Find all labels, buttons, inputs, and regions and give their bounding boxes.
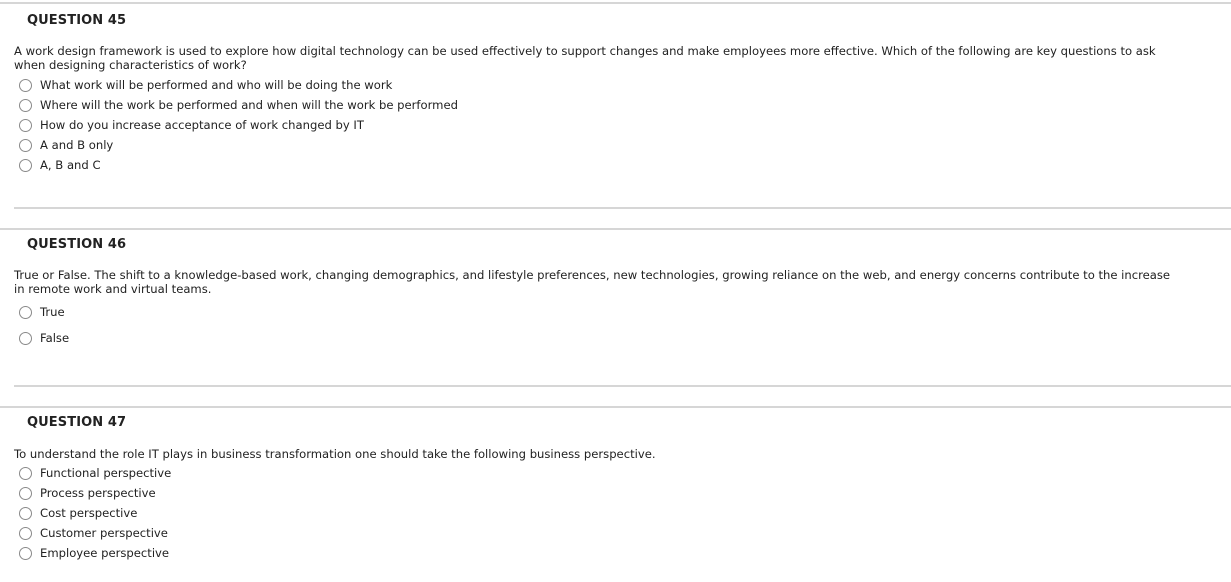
option-label: Functional perspective [40, 466, 172, 480]
answer-option-b[interactable]: Process perspective [19, 483, 171, 503]
answer-option-a[interactable]: What work will be performed and who will… [19, 75, 458, 95]
question-text: To understand the role IT plays in busin… [14, 447, 656, 461]
answer-option-b[interactable]: Where will the work be performed and whe… [19, 95, 458, 115]
radio-unselected-icon[interactable] [19, 158, 32, 172]
question-47: QUESTION 47 To understand the role IT pl… [0, 406, 1231, 582]
option-label: Process perspective [40, 486, 156, 500]
radio-unselected-icon[interactable] [19, 486, 32, 500]
question-header: QUESTION 47 [27, 415, 127, 430]
answer-option-d[interactable]: A and B only [19, 135, 458, 155]
answer-option-d[interactable]: Customer perspective [19, 523, 171, 543]
radio-unselected-icon[interactable] [19, 331, 32, 345]
answer-option-true[interactable]: True [19, 299, 69, 325]
radio-unselected-icon[interactable] [19, 305, 32, 319]
option-label: Where will the work be performed and whe… [40, 98, 458, 112]
radio-unselected-icon[interactable] [19, 118, 32, 132]
answer-option-e[interactable]: Employee perspective [19, 543, 171, 563]
radio-unselected-icon[interactable] [19, 466, 32, 480]
question-text: A work design framework is used to explo… [14, 44, 1156, 72]
option-label: A and B only [40, 138, 114, 152]
radio-unselected-icon[interactable] [19, 546, 32, 560]
radio-unselected-icon[interactable] [19, 98, 32, 112]
radio-unselected-icon[interactable] [19, 506, 32, 520]
question-header: QUESTION 46 [27, 237, 127, 252]
answer-option-false[interactable]: False [19, 325, 69, 351]
option-label: What work will be performed and who will… [40, 78, 393, 92]
answer-option-a[interactable]: Functional perspective [19, 463, 171, 483]
option-label: Cost perspective [40, 506, 138, 520]
answer-options: True False [19, 299, 69, 351]
question-46: QUESTION 46 True or False. The shift to … [0, 228, 1231, 408]
radio-unselected-icon[interactable] [19, 526, 32, 540]
question-divider [14, 207, 1231, 209]
option-label: How do you increase acceptance of work c… [40, 118, 364, 132]
option-label: False [40, 331, 70, 345]
question-header: QUESTION 45 [27, 13, 127, 28]
answer-option-c[interactable]: How do you increase acceptance of work c… [19, 115, 458, 135]
option-label: Employee perspective [40, 546, 170, 560]
option-label: A, B and C [40, 158, 101, 172]
option-label: Customer perspective [40, 526, 168, 540]
option-label: True [40, 305, 65, 319]
radio-unselected-icon[interactable] [19, 78, 32, 92]
answer-options: Functional perspective Process perspecti… [19, 463, 171, 563]
question-text: True or False. The shift to a knowledge-… [14, 268, 1171, 296]
answer-option-c[interactable]: Cost perspective [19, 503, 171, 523]
answer-options: What work will be performed and who will… [19, 75, 458, 175]
question-divider [14, 385, 1231, 387]
radio-unselected-icon[interactable] [19, 138, 32, 152]
answer-option-e[interactable]: A, B and C [19, 155, 458, 175]
question-45: QUESTION 45 A work design framework is u… [0, 2, 1231, 230]
